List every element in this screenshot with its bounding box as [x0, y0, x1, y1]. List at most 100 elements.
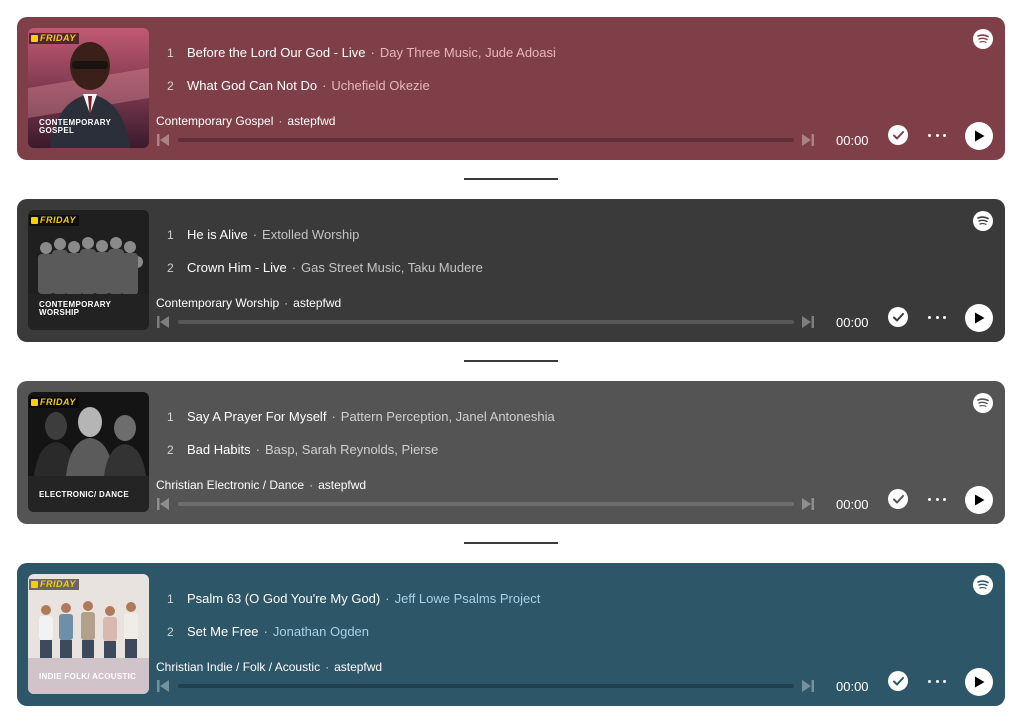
playlist-name[interactable]: Contemporary Worship: [156, 296, 279, 310]
more-icon[interactable]: [928, 134, 946, 138]
playlist-owner[interactable]: astepfwd: [287, 114, 335, 128]
check-icon[interactable]: [888, 489, 908, 509]
track-artist[interactable]: Gas Street Music, Taku Mudere: [301, 260, 483, 275]
friday-badge: FRIDAY: [29, 397, 79, 408]
progress-bar[interactable]: [178, 320, 794, 324]
playlist-owner[interactable]: astepfwd: [293, 296, 341, 310]
separator-dot: ·: [263, 624, 268, 639]
skip-previous-icon[interactable]: [156, 315, 170, 329]
progress-bar[interactable]: [178, 684, 794, 688]
friday-badge: FRIDAY: [29, 215, 79, 226]
spotify-icon[interactable]: [973, 29, 993, 49]
spotify-icon[interactable]: [973, 575, 993, 595]
spotify-embed-4: FRIDAY INDIE FOLK/ ACOUSTIC 1 Psalm 63 (…: [17, 563, 1005, 706]
skip-previous-icon[interactable]: [156, 133, 170, 147]
track-number: 1: [167, 591, 174, 606]
more-icon[interactable]: [928, 316, 946, 320]
track-row[interactable]: 2 Set Me Free · Jonathan Ogden: [167, 615, 927, 648]
playlist-cover[interactable]: FRIDAY CONTEMPORARY WORSHIP: [28, 210, 149, 330]
track-row[interactable]: 2 Crown Him - Live · Gas Street Music, T…: [167, 251, 927, 284]
track-row[interactable]: 1 Say A Prayer For Myself · Pattern Perc…: [167, 400, 927, 433]
playlist-owner[interactable]: astepfwd: [334, 660, 382, 674]
separator-dot: ·: [370, 45, 375, 60]
divider: [464, 360, 558, 362]
track-number: 2: [167, 78, 174, 93]
playlist-info: Christian Electronic / Dance · astepfwd: [156, 478, 367, 492]
divider: [464, 178, 558, 180]
track-title[interactable]: Crown Him - Live: [187, 260, 287, 275]
skip-previous-icon[interactable]: [156, 679, 170, 693]
spotify-embed-2: FRIDAY CONTEMPORARY WORSHIP 1 He is Aliv…: [17, 199, 1005, 342]
track-title[interactable]: Psalm 63 (O God You're My God): [187, 591, 380, 606]
progress-bar[interactable]: [178, 138, 794, 142]
more-icon[interactable]: [928, 498, 946, 502]
track-row[interactable]: 1 Before the Lord Our God - Live · Day T…: [167, 36, 927, 69]
cover-title: INDIE FOLK/ ACOUSTIC: [39, 672, 137, 681]
check-icon[interactable]: [888, 125, 908, 145]
track-row[interactable]: 1 He is Alive · Extolled Worship: [167, 218, 927, 251]
playlist-cover[interactable]: FRIDAY INDIE FOLK/ ACOUSTIC: [28, 574, 149, 694]
more-icon[interactable]: [928, 680, 946, 684]
spotify-icon[interactable]: [973, 211, 993, 231]
track-row[interactable]: 1 Psalm 63 (O God You're My God) · Jeff …: [167, 582, 927, 615]
skip-next-icon[interactable]: [801, 315, 815, 329]
track-title[interactable]: He is Alive: [187, 227, 248, 242]
skip-previous-icon[interactable]: [156, 497, 170, 511]
track-list: 1 Say A Prayer For Myself · Pattern Perc…: [167, 400, 927, 466]
track-list: 1 He is Alive · Extolled Worship 2 Crown…: [167, 218, 927, 284]
playlist-name[interactable]: Christian Electronic / Dance: [156, 478, 304, 492]
track-number: 2: [167, 260, 174, 275]
track-title[interactable]: Before the Lord Our God - Live: [187, 45, 365, 60]
playback-time: 00:00: [836, 679, 869, 694]
playlist-name[interactable]: Christian Indie / Folk / Acoustic: [156, 660, 320, 674]
playlist-info: Contemporary Worship · astepfwd: [156, 296, 342, 310]
track-artist[interactable]: Extolled Worship: [262, 227, 359, 242]
spotify-icon[interactable]: [973, 393, 993, 413]
track-artist[interactable]: Uchefield Okezie: [331, 78, 429, 93]
separator-dot: ·: [322, 78, 327, 93]
skip-next-icon[interactable]: [801, 133, 815, 147]
separator-dot: ·: [252, 227, 258, 242]
track-row[interactable]: 2 What God Can Not Do · Uchefield Okezie: [167, 69, 927, 102]
track-artist[interactable]: Jonathan Ogden: [273, 624, 369, 639]
track-artist[interactable]: Pattern Perception, Janel Antoneshia: [341, 409, 555, 424]
playback-time: 00:00: [836, 497, 869, 512]
skip-next-icon[interactable]: [801, 679, 815, 693]
spotify-embed-3: FRIDAY ELECTRONIC/ DANCE 1 Say A Prayer …: [17, 381, 1005, 524]
playlist-info: Contemporary Gospel · astepfwd: [156, 114, 336, 128]
track-title[interactable]: Bad Habits: [187, 442, 251, 457]
track-title[interactable]: What God Can Not Do: [187, 78, 317, 93]
separator-dot: ·: [385, 591, 390, 606]
playback-time: 00:00: [836, 133, 869, 148]
skip-next-icon[interactable]: [801, 497, 815, 511]
track-number: 2: [167, 624, 174, 639]
track-number: 1: [167, 409, 174, 424]
play-icon[interactable]: [965, 668, 993, 696]
friday-badge: FRIDAY: [29, 579, 79, 590]
track-number: 1: [167, 45, 174, 60]
playlist-cover[interactable]: FRIDAY CONTEMPORARY GOSPEL: [28, 28, 149, 148]
track-artist[interactable]: Basp, Sarah Reynolds, Pierse: [265, 442, 438, 457]
play-icon[interactable]: [965, 304, 993, 332]
track-title[interactable]: Say A Prayer For Myself: [187, 409, 326, 424]
play-icon[interactable]: [965, 486, 993, 514]
separator-dot: ·: [331, 409, 336, 424]
playlist-name[interactable]: Contemporary Gospel: [156, 114, 273, 128]
cover-title: CONTEMPORARY WORSHIP: [39, 300, 112, 317]
track-artist[interactable]: Day Three Music, Jude Adoasi: [380, 45, 556, 60]
separator-dot: ·: [255, 442, 260, 457]
check-icon[interactable]: [888, 307, 908, 327]
track-artist[interactable]: Jeff Lowe Psalms Project: [395, 591, 541, 606]
track-list: 1 Psalm 63 (O God You're My God) · Jeff …: [167, 582, 927, 648]
progress-bar[interactable]: [178, 502, 794, 506]
check-icon[interactable]: [888, 671, 908, 691]
playback-time: 00:00: [836, 315, 869, 330]
playlist-cover[interactable]: FRIDAY ELECTRONIC/ DANCE: [28, 392, 149, 512]
play-icon[interactable]: [965, 122, 993, 150]
playlist-owner[interactable]: astepfwd: [318, 478, 366, 492]
track-row[interactable]: 2 Bad Habits · Basp, Sarah Reynolds, Pie…: [167, 433, 927, 466]
track-list: 1 Before the Lord Our God - Live · Day T…: [167, 36, 927, 102]
cover-title: CONTEMPORARY GOSPEL: [39, 118, 112, 135]
track-title[interactable]: Set Me Free: [187, 624, 259, 639]
track-number: 1: [167, 227, 174, 242]
